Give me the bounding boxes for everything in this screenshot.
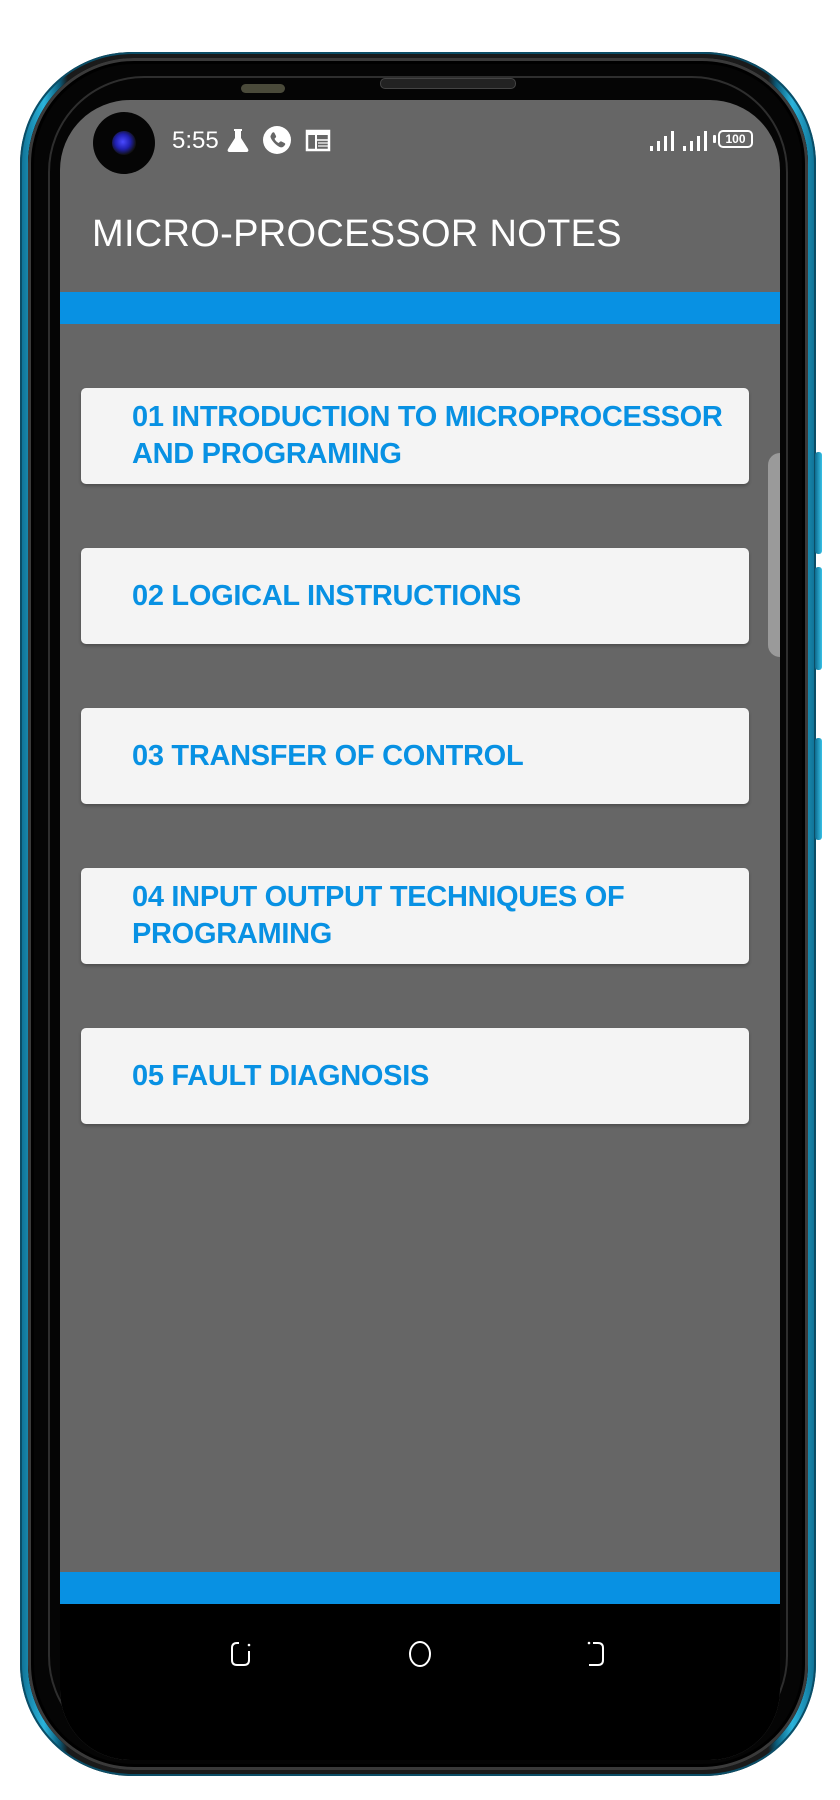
proximity-sensor	[241, 84, 285, 93]
header-accent-bar	[60, 292, 780, 324]
camera-lens	[112, 131, 136, 155]
chapter-label: 02 LOGICAL INSTRUCTIONS	[132, 579, 521, 612]
power-button[interactable]	[815, 738, 822, 840]
home-icon[interactable]	[400, 1634, 440, 1674]
edge-panel-handle[interactable]	[768, 453, 780, 657]
chapter-card-01[interactable]: 01 INTRODUCTION TO MICROPROCESSOR AND PR…	[81, 388, 749, 484]
chapter-card-02[interactable]: 02 LOGICAL INSTRUCTIONS	[81, 548, 749, 644]
volume-down-button[interactable]	[815, 567, 822, 670]
chapter-label: 04 INPUT OUTPUT TECHNIQUES OF PROGRAMING	[132, 881, 625, 950]
footer-accent-bar	[60, 1572, 780, 1604]
navigation-bar	[60, 1604, 780, 1760]
signal-sim2-icon	[683, 131, 707, 151]
chapter-label: 01 INTRODUCTION TO MICROPROCESSOR AND PR…	[132, 401, 723, 470]
flask-icon	[227, 129, 249, 152]
front-camera	[93, 112, 155, 174]
app-screen: 5:55 100 MICRO-PROCESSOR NOTES 01 INTROD…	[60, 100, 780, 1760]
chapter-card-03[interactable]: 03 TRANSFER OF CONTROL	[81, 708, 749, 804]
earpiece-speaker	[380, 78, 516, 89]
phone-call-icon	[263, 126, 291, 154]
calendar-icon	[305, 129, 331, 152]
status-bar: 5:55 100	[60, 100, 780, 180]
page-title: MICRO-PROCESSOR NOTES	[92, 213, 622, 255]
volume-up-button[interactable]	[815, 452, 822, 554]
signal-sim1-icon	[650, 131, 674, 151]
battery-icon: 100	[718, 130, 753, 148]
battery-nub	[713, 135, 716, 143]
chapter-label: 03 TRANSFER OF CONTROL	[132, 739, 524, 772]
back-icon[interactable]	[576, 1634, 616, 1674]
recent-apps-icon[interactable]	[224, 1634, 264, 1674]
status-time: 5:55	[172, 127, 219, 154]
chapter-card-05[interactable]: 05 FAULT DIAGNOSIS	[81, 1028, 749, 1124]
chapter-label: 05 FAULT DIAGNOSIS	[132, 1059, 429, 1092]
chapter-card-04[interactable]: 04 INPUT OUTPUT TECHNIQUES OF PROGRAMING	[81, 868, 749, 964]
